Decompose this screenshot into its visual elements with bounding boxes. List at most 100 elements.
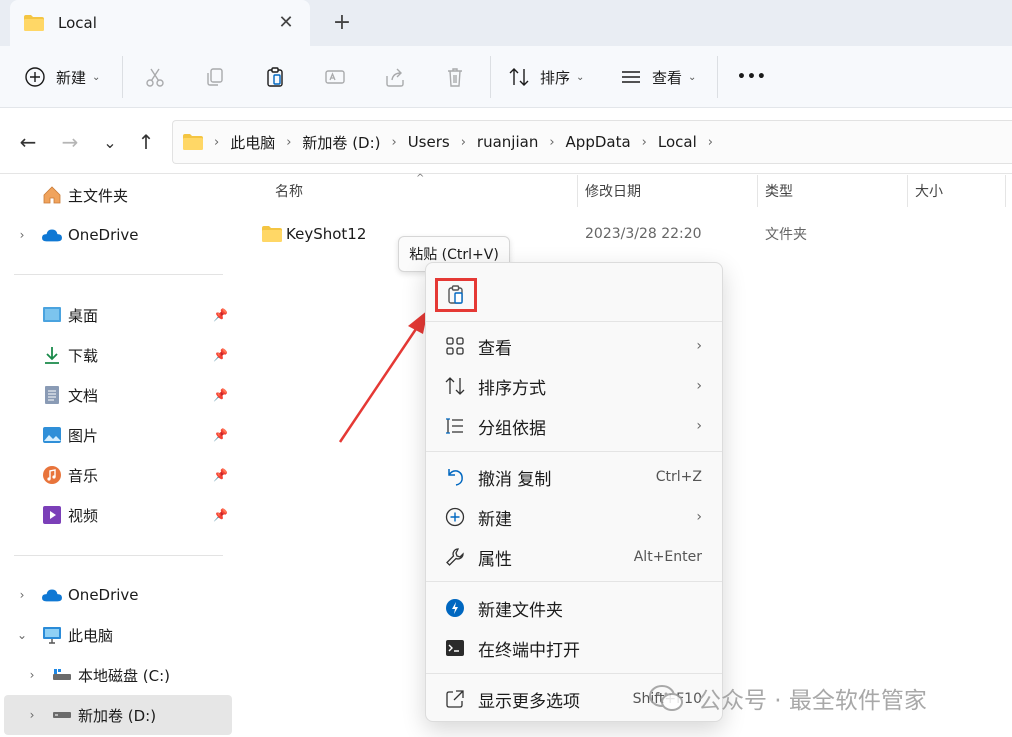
sidebar-item-pictures[interactable]: 图片 📌 xyxy=(0,417,232,453)
chevron-right-icon[interactable]: › xyxy=(16,588,28,602)
address-bar[interactable]: › 此电脑 › 新加卷 (D:) › Users › ruanjian › Ap… xyxy=(172,120,1012,164)
column-header-date[interactable]: 修改日期 xyxy=(585,181,641,201)
menu-item-label: 在终端中打开 xyxy=(478,640,580,661)
breadcrumb-local[interactable]: Local xyxy=(658,133,697,151)
column-divider[interactable] xyxy=(1005,175,1006,207)
sort-ascending-icon: ^ xyxy=(416,173,425,184)
paste-button[interactable] xyxy=(264,62,286,92)
folder-icon xyxy=(24,15,44,31)
sort-icon xyxy=(509,68,529,86)
pin-icon[interactable]: 📌 xyxy=(213,348,228,362)
new-tab-button[interactable]: + xyxy=(330,10,354,35)
menu-item-group[interactable]: 分组依据 › xyxy=(432,407,718,445)
paste-icon xyxy=(267,67,283,87)
menu-item-label: 属性 xyxy=(478,549,512,570)
breadcrumb-users[interactable]: Users xyxy=(408,133,450,151)
breadcrumb-appdata[interactable]: AppData xyxy=(566,133,631,151)
up-arrow-icon[interactable]: ↑ xyxy=(134,130,158,154)
menu-item-new-folder[interactable]: 新建文件夹 xyxy=(432,589,718,627)
more-options-button[interactable]: ••• xyxy=(737,62,767,92)
sidebar-item-home[interactable]: 主文件夹 xyxy=(0,177,232,213)
sidebar-item-music[interactable]: 音乐 📌 xyxy=(0,457,232,493)
close-tab-button[interactable]: ✕ xyxy=(276,12,296,33)
share-button[interactable] xyxy=(384,62,406,92)
menu-divider xyxy=(426,321,722,322)
chevron-down-icon[interactable]: ⌄ xyxy=(16,628,28,642)
menu-item-label: 显示更多选项 xyxy=(478,691,580,712)
annotation-arrow xyxy=(338,310,428,443)
sidebar-item-label: 桌面 xyxy=(68,306,99,325)
sort-icon xyxy=(444,375,466,397)
cut-button[interactable] xyxy=(144,62,166,92)
toolbar-divider xyxy=(717,56,718,98)
watermark: 公众号 · 最全软件管家 xyxy=(648,680,927,716)
recent-locations-chevron-icon[interactable]: ⌄ xyxy=(98,130,122,154)
sidebar-item-desktop[interactable]: 桌面 📌 xyxy=(0,297,232,333)
column-divider[interactable] xyxy=(577,175,578,207)
menu-item-shortcut: Alt+Enter xyxy=(633,549,702,565)
paste-quick-action[interactable] xyxy=(435,278,477,312)
sort-button[interactable]: 排序 ⌄ xyxy=(508,62,584,92)
file-date: 2023/3/28 22:20 xyxy=(585,226,702,242)
column-divider[interactable] xyxy=(757,175,758,207)
column-header-type[interactable]: 类型 xyxy=(765,181,793,201)
sidebar-item-onedrive[interactable]: › OneDrive xyxy=(0,217,232,253)
sidebar-item-documents[interactable]: 文档 📌 xyxy=(0,377,232,413)
chevron-right-icon[interactable]: › xyxy=(16,228,28,242)
pin-icon[interactable]: 📌 xyxy=(213,388,228,402)
view-list-icon xyxy=(622,71,640,83)
pin-icon[interactable]: 📌 xyxy=(213,468,228,482)
column-divider[interactable] xyxy=(907,175,908,207)
chevron-right-icon[interactable]: › xyxy=(26,668,38,682)
sidebar-item-onedrive[interactable]: › OneDrive xyxy=(0,577,232,613)
rename-button[interactable] xyxy=(324,62,346,92)
forward-arrow-icon[interactable]: → xyxy=(58,130,82,154)
sidebar-item-videos[interactable]: 视频 📌 xyxy=(0,497,232,533)
rename-icon xyxy=(325,70,345,84)
back-arrow-icon[interactable]: ← xyxy=(16,130,40,154)
sidebar-item-label: 文档 xyxy=(68,386,99,405)
chevron-right-icon[interactable]: › xyxy=(26,708,38,722)
chevron-right-icon: › xyxy=(707,134,713,150)
delete-button[interactable] xyxy=(444,62,466,92)
column-header-name[interactable]: 名称 xyxy=(275,181,303,201)
video-icon xyxy=(42,505,62,525)
chevron-right-icon: › xyxy=(391,134,397,150)
menu-item-new[interactable]: 新建 › xyxy=(432,498,718,536)
sidebar-item-downloads[interactable]: 下载 📌 xyxy=(0,337,232,373)
cloud-icon xyxy=(42,585,62,605)
menu-item-properties[interactable]: 属性 Alt+Enter xyxy=(432,538,718,576)
breadcrumb-ruanjian[interactable]: ruanjian xyxy=(477,133,538,151)
sidebar-item-this-pc[interactable]: ⌄ 此电脑 xyxy=(0,617,232,653)
tab-title: Local xyxy=(58,14,97,32)
sidebar-item-drive-d[interactable]: › 新加卷 (D:) xyxy=(4,695,232,735)
pin-icon[interactable]: 📌 xyxy=(213,428,228,442)
pin-icon[interactable]: 📌 xyxy=(213,508,228,522)
view-button[interactable]: 查看 ⌄ xyxy=(620,62,696,92)
paste-icon xyxy=(448,285,463,304)
cut-icon xyxy=(146,68,164,87)
cloud-icon xyxy=(42,225,62,245)
open-external-icon xyxy=(444,688,466,710)
new-button[interactable]: 新建 ⌄ xyxy=(24,62,100,92)
navigation-bar: ← → ⌄ ↑ › 此电脑 › 新加卷 (D:) › Users › ruanj… xyxy=(0,108,1012,174)
view-label: 查看 xyxy=(652,68,683,87)
column-header-size[interactable]: 大小 xyxy=(915,181,943,201)
sort-label: 排序 xyxy=(540,68,571,87)
menu-item-sort[interactable]: 排序方式 › xyxy=(432,367,718,405)
menu-item-view[interactable]: 查看 › xyxy=(432,327,718,365)
tab-local[interactable]: Local ✕ xyxy=(10,0,310,46)
download-icon xyxy=(42,345,62,365)
breadcrumb-drive-d[interactable]: 新加卷 (D:) xyxy=(302,132,380,153)
menu-item-undo-copy[interactable]: 撤消 复制 Ctrl+Z xyxy=(432,458,718,496)
file-row[interactable]: KeyShot12 2023/3/28 22:20 文件夹 xyxy=(260,221,1000,247)
menu-item-open-terminal[interactable]: 在终端中打开 xyxy=(432,629,718,667)
pin-icon[interactable]: 📌 xyxy=(213,308,228,322)
breadcrumb-this-pc[interactable]: 此电脑 xyxy=(230,132,275,153)
pictures-icon xyxy=(42,425,62,445)
copy-button[interactable] xyxy=(204,62,226,92)
sidebar-item-label: 此电脑 xyxy=(68,626,114,645)
document-icon xyxy=(42,385,62,405)
sidebar-item-drive-c[interactable]: › 本地磁盘 (C:) xyxy=(0,657,232,693)
menu-item-label: 新建 xyxy=(478,509,512,530)
